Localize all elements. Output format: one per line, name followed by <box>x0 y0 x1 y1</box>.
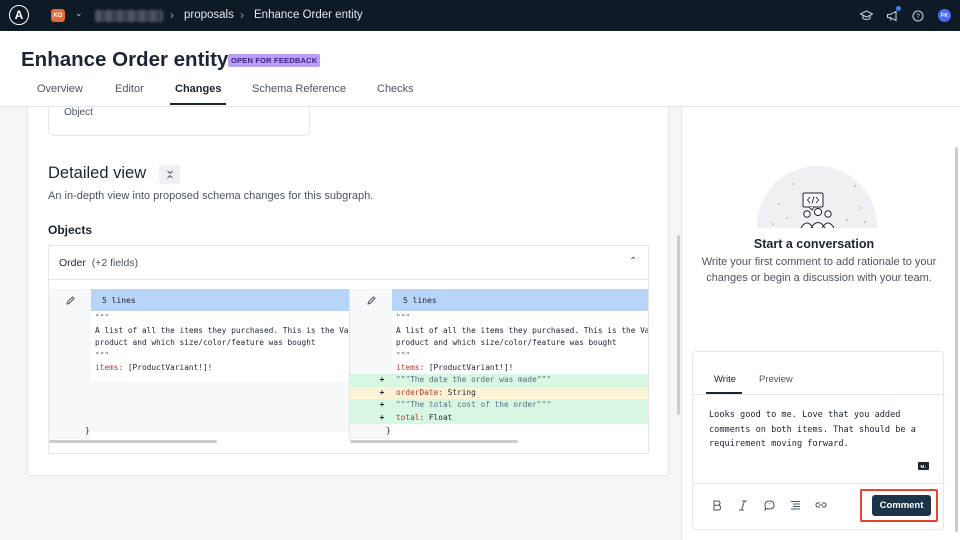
section-description: An in-depth view into proposed schema ch… <box>48 190 374 202</box>
added-marker: + <box>379 375 385 384</box>
apollo-logo-icon[interactable]: A <box>9 5 29 25</box>
code-text: product and which size/color/feature was… <box>396 338 617 348</box>
tab-changes[interactable]: Changes <box>175 83 221 95</box>
help-icon[interactable]: ? <box>910 8 926 24</box>
code-line: A list of all the items they purchased. … <box>49 325 349 338</box>
code-text: """The total cost of the order""" <box>396 400 551 410</box>
side-scrollbar[interactable] <box>955 147 958 532</box>
closing-brace: } <box>85 426 90 435</box>
pencil-icon[interactable] <box>350 289 392 311</box>
svg-text:?: ? <box>916 14 920 21</box>
chevron-down-icon[interactable]: ⌄ <box>75 8 83 19</box>
chevron-up-icon[interactable]: ⌃ <box>629 256 637 267</box>
code-line: product and which size/color/feature was… <box>350 337 648 350</box>
added-code-line: + """The date the order was made""" <box>350 374 648 387</box>
diff-header[interactable]: Order (+2 fields) ⌃ <box>49 246 648 280</box>
graduation-cap-icon[interactable] <box>858 8 874 24</box>
code-text: items: [ProductVariant!]! <box>95 363 213 373</box>
diff-pane-right: 5 lines """ A list of all the items they … <box>350 289 649 439</box>
added-marker: + <box>379 412 385 422</box>
pencil-icon[interactable] <box>49 289 91 311</box>
objects-heading: Objects <box>48 223 93 237</box>
status-badge: OPEN FOR FEEDBACK <box>228 54 321 67</box>
summary-card-label: Object <box>64 107 93 118</box>
code-text: """ <box>95 313 110 322</box>
code-line: items: [ProductVariant!]! <box>49 362 349 375</box>
code-text: A list of all the items they purchased. … <box>95 325 349 335</box>
right-horizontal-scrollbar[interactable] <box>350 440 518 443</box>
tab-preview[interactable]: Preview <box>759 374 793 385</box>
added-marker: + <box>379 387 385 397</box>
code-line: """ <box>49 312 349 325</box>
tab-checks[interactable]: Checks <box>377 83 414 95</box>
hunk-header-right[interactable]: 5 lines <box>350 289 648 311</box>
code-line: product and which size/color/feature was… <box>49 337 349 350</box>
diff-title: Order (+2 fields) <box>59 257 138 269</box>
breadcrumb-current: Enhance Order entity <box>254 9 363 21</box>
diff-pane-left: 5 lines """ A list of all the items they … <box>49 289 349 439</box>
code-line: """ <box>350 350 648 363</box>
breadcrumb-proposals[interactable]: proposals <box>184 9 234 21</box>
diff-viewer: Order (+2 fields) ⌃ 5 lines """ A list of… <box>48 245 649 454</box>
hunk-header-left[interactable]: 5 lines <box>49 289 349 311</box>
closing-brace: } <box>386 426 391 435</box>
divider <box>693 394 945 395</box>
code-line: """ <box>350 312 648 325</box>
added-code-line: + """The total cost of the order""" <box>350 399 648 412</box>
fields-summary: (+2 fields) <box>91 257 139 269</box>
page-title: Enhance Order entity <box>21 48 229 71</box>
avatar[interactable]: FK <box>938 9 951 22</box>
highlight-box <box>860 489 938 522</box>
comment-input[interactable]: Looks good to me. Love that you added co… <box>709 408 937 452</box>
top-bar: A KO ⌄ › proposals › Enhance Order entit… <box>0 0 960 31</box>
code-text: product and which size/color/feature was… <box>95 338 316 348</box>
italic-icon[interactable] <box>735 497 751 513</box>
active-tab-indicator <box>170 103 226 105</box>
added-marker: + <box>379 400 385 410</box>
breadcrumb-separator-icon: › <box>240 8 244 22</box>
hunk-label: 5 lines <box>91 289 349 311</box>
list-icon[interactable] <box>787 497 803 513</box>
code-line: """ <box>49 350 349 363</box>
type-name: Order <box>59 257 86 269</box>
code-text: A list of all the items they purchased. … <box>396 325 649 335</box>
code-line: A list of all the items they purchased. … <box>350 325 649 338</box>
code-text: """The date the order was made""" <box>396 375 551 384</box>
code-text: """ <box>396 313 411 322</box>
hunk-label: 5 lines <box>392 289 648 311</box>
link-icon[interactable] <box>813 497 829 513</box>
redacted-graph-name[interactable] <box>95 10 163 22</box>
collapse-button[interactable] <box>159 165 180 184</box>
tab-write[interactable]: Write <box>714 374 736 385</box>
section-title: Detailed view <box>48 164 147 182</box>
divider <box>693 483 945 484</box>
bold-icon[interactable] <box>709 497 725 513</box>
code-text: orderDate: String <box>396 387 476 397</box>
main-scrollbar[interactable] <box>677 235 680 415</box>
conversation-description: Write your first comment to add rational… <box>701 256 937 284</box>
tab-schema-reference[interactable]: Schema Reference <box>252 83 346 95</box>
page-header: Enhance Order entity OPEN FOR FEEDBACK O… <box>0 31 960 107</box>
quote-icon[interactable]: " <box>761 497 777 513</box>
left-horizontal-scrollbar[interactable] <box>49 440 217 443</box>
added-code-line: + total: Float <box>350 411 648 425</box>
code-text: """ <box>396 350 411 360</box>
conversation-title: Start a conversation <box>753 237 875 251</box>
notification-dot <box>896 6 901 11</box>
tab-editor[interactable]: Editor <box>115 83 144 95</box>
svg-text:": " <box>768 503 770 509</box>
code-text: """ <box>95 350 110 360</box>
org-badge[interactable]: KO <box>51 9 65 22</box>
code-text: total: Float <box>396 412 453 422</box>
tab-overview[interactable]: Overview <box>37 83 83 95</box>
markdown-icon: M↓ <box>918 462 929 470</box>
added-code-line: + orderDate: String <box>350 386 648 400</box>
breadcrumb-separator-icon: › <box>170 8 174 22</box>
